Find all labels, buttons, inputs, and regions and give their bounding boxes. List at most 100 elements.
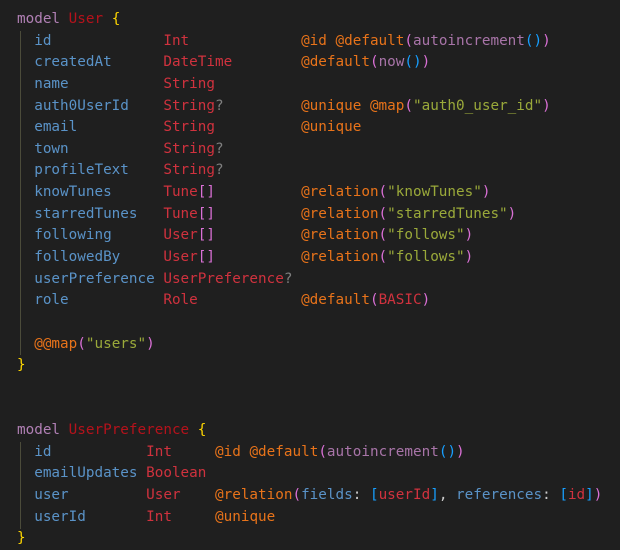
blank-line[interactable] xyxy=(0,399,620,421)
bracket: ) xyxy=(533,32,543,49)
close-brace: } xyxy=(17,357,26,374)
field-type: Int xyxy=(163,32,190,49)
field-line[interactable]: id Int @id @default(autoincrement()) xyxy=(0,31,620,53)
field-line[interactable]: name String xyxy=(0,74,620,96)
field-type: String xyxy=(163,140,215,157)
model-close[interactable]: } xyxy=(0,528,620,550)
field-line[interactable]: email String @unique xyxy=(0,117,620,139)
field-line[interactable]: profileText String? xyxy=(0,160,620,182)
string-literal: "starredTunes" xyxy=(387,205,508,222)
bracket: ) xyxy=(447,443,457,460)
block-attribute-line[interactable]: @@map("users") xyxy=(0,334,620,356)
function-token: now xyxy=(378,54,405,71)
attribute-token: @default xyxy=(335,32,405,49)
bracket: ) xyxy=(507,205,517,222)
blank-line[interactable] xyxy=(0,377,620,399)
field-type: User xyxy=(146,487,181,504)
bracket: ( xyxy=(404,32,413,49)
punctuation: : xyxy=(352,487,362,504)
field-type: DateTime xyxy=(163,54,233,71)
model-name: UserPreference xyxy=(68,422,190,439)
indent-guide xyxy=(20,442,21,529)
field-line[interactable]: emailUpdates Boolean xyxy=(0,463,620,485)
bracket: ) xyxy=(456,443,465,460)
field-type: Tune xyxy=(163,205,198,222)
attribute-token: @relation xyxy=(301,184,379,201)
field-line[interactable]: user User @relation(fields: [userId], re… xyxy=(0,485,620,507)
field-name: auth0UserId xyxy=(34,97,129,114)
bracket: ( xyxy=(369,292,379,309)
bracket: ( xyxy=(378,205,388,222)
field-type: Tune xyxy=(163,184,198,201)
field-name: id xyxy=(34,443,52,460)
field-name: town xyxy=(34,140,69,157)
field-line[interactable]: userPreference UserPreference? xyxy=(0,269,620,291)
string-literal: "follows" xyxy=(387,227,465,244)
field-line[interactable]: createdAt DateTime @default(now()) xyxy=(0,52,620,74)
optional-modifier: ? xyxy=(215,162,224,179)
attribute-token: @relation xyxy=(301,249,379,266)
field-line[interactable]: town String? xyxy=(0,139,620,161)
enum-value: BASIC xyxy=(378,292,422,309)
optional-modifier: ? xyxy=(215,140,224,157)
bracket: ) xyxy=(464,227,474,244)
model-keyword: model xyxy=(17,11,61,27)
field-name: emailUpdates xyxy=(34,465,138,482)
bracket: ( xyxy=(77,335,86,352)
field-line[interactable]: followedBy User[] @relation("follows") xyxy=(0,247,620,269)
field-type: Role xyxy=(163,292,198,309)
field-line[interactable]: knowTunes Tune[] @relation("knowTunes") xyxy=(0,182,620,204)
field-type: Boolean xyxy=(146,465,207,482)
bracket: ( xyxy=(378,227,388,244)
field-type: String xyxy=(163,75,215,92)
bracket: ] xyxy=(430,487,439,504)
optional-modifier: ? xyxy=(215,97,224,114)
field-name: role xyxy=(34,292,69,309)
attribute-token: @unique xyxy=(301,97,362,114)
attribute-token: @@map xyxy=(34,335,78,352)
field-line[interactable]: auth0UserId String? @unique @map("auth0_… xyxy=(0,96,620,118)
field-reference: id xyxy=(567,487,586,504)
bracket: [ xyxy=(559,487,568,504)
field-reference: userId xyxy=(378,487,431,504)
string-literal: "follows" xyxy=(387,249,465,266)
bracket: ) xyxy=(421,292,431,309)
field-line[interactable]: role Role @default(BASIC) xyxy=(0,290,620,312)
field-name: starredTunes xyxy=(34,205,138,222)
model-close[interactable]: } xyxy=(0,355,620,377)
attribute-token: @default xyxy=(301,54,370,71)
bracket: ) xyxy=(481,184,491,201)
field-line[interactable]: id Int @id @default(autoincrement()) xyxy=(0,442,620,464)
model-header[interactable]: model User { xyxy=(0,9,620,31)
field-line[interactable]: starredTunes Tune[] @relation("starredTu… xyxy=(0,204,620,226)
field-name: email xyxy=(34,119,78,136)
attribute-token: @map xyxy=(369,97,405,114)
bracket: ) xyxy=(464,249,474,266)
bracket: ( xyxy=(318,443,327,460)
function-token: autoincrement xyxy=(326,443,439,460)
bracket: ) xyxy=(421,54,431,71)
bracket: ( xyxy=(524,32,534,49)
field-line[interactable]: userId Int @unique xyxy=(0,507,620,529)
bracket: ) xyxy=(542,97,551,114)
attribute-token: @id xyxy=(215,443,241,460)
bracket: ] xyxy=(585,487,594,504)
code-editor[interactable]: model User { id Int @id @default(autoinc… xyxy=(0,0,620,546)
field-type: User xyxy=(163,249,198,266)
field-type: Int xyxy=(146,508,172,525)
model-header[interactable]: model UserPreference { xyxy=(0,420,620,442)
bracket: ( xyxy=(378,249,388,266)
attribute-token: @relation xyxy=(301,205,379,222)
field-name: userPreference xyxy=(34,270,155,287)
open-brace: { xyxy=(197,422,207,439)
bracket: ( xyxy=(292,487,302,504)
attribute-token: @unique xyxy=(215,508,276,525)
attribute-token: @id xyxy=(301,32,327,49)
field-line[interactable]: following User[] @relation("follows") xyxy=(0,225,620,247)
blank-line[interactable] xyxy=(0,312,620,334)
string-literal: "users" xyxy=(85,335,147,352)
bracket: [ xyxy=(369,487,379,504)
model-name: User xyxy=(68,11,104,27)
model-keyword: model xyxy=(17,422,61,439)
argument-name: references xyxy=(456,487,543,504)
